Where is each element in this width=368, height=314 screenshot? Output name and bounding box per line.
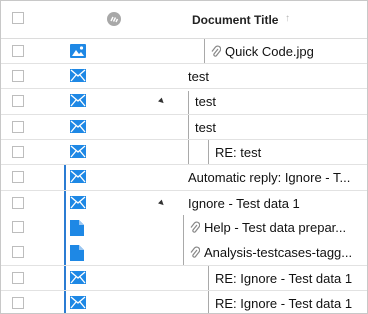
document-title: Ignore - Test data 1 — [188, 196, 300, 211]
document-title: Quick Code.jpg — [225, 44, 314, 59]
image-icon — [70, 44, 86, 63]
document-title: RE: Ignore - Test data 1 — [215, 271, 353, 286]
table-row[interactable]: test — [1, 63, 367, 89]
sort-arrow-up-icon[interactable]: ↑ — [285, 13, 290, 24]
column-header-document-title[interactable]: Document Title — [192, 13, 278, 27]
document-icon — [70, 220, 84, 241]
table-row[interactable]: Automatic reply: Ignore - T... — [1, 164, 367, 190]
document-title: test — [195, 94, 216, 109]
expand-triangle-icon[interactable]: ▼ — [155, 196, 168, 209]
grid-header: Document Title ↑ — [1, 1, 367, 39]
document-title: Analysis-testcases-tagg... — [204, 245, 353, 260]
row-checkbox[interactable] — [12, 95, 24, 107]
row-checkbox[interactable] — [12, 121, 24, 133]
row-checkbox[interactable] — [12, 297, 24, 309]
document-icon — [70, 245, 84, 266]
row-checkbox[interactable] — [12, 272, 24, 284]
mail-icon — [70, 296, 86, 313]
table-row[interactable]: RE: test — [1, 139, 367, 165]
mail-icon — [70, 271, 86, 289]
list-item: Quick Code.jpg — [211, 44, 314, 61]
document-title: RE: Ignore - Test data 1 — [215, 296, 353, 311]
mail-icon — [70, 120, 86, 138]
document-grid: Document Title ↑ Quick Code.jpg test ▼ t… — [0, 0, 368, 314]
row-checkbox[interactable] — [12, 197, 24, 209]
select-all-checkbox[interactable] — [12, 12, 24, 24]
document-title: test — [188, 69, 209, 84]
mail-icon — [70, 196, 86, 214]
expand-triangle-icon[interactable]: ▼ — [155, 94, 168, 107]
row-checkbox[interactable] — [12, 246, 24, 258]
attachment-icon — [211, 45, 222, 61]
document-title: Help - Test data prepar... — [204, 220, 347, 235]
table-row[interactable]: Help - Test data prepar... — [1, 215, 367, 240]
row-checkbox[interactable] — [12, 70, 24, 82]
document-title: Automatic reply: Ignore - T... — [188, 170, 351, 185]
table-row[interactable]: ▼ test — [1, 88, 367, 114]
document-title: RE: test — [215, 145, 262, 160]
row-checkbox[interactable] — [12, 146, 24, 158]
table-row[interactable]: RE: Ignore - Test data 1 — [1, 265, 367, 291]
row-checkbox[interactable] — [12, 171, 24, 183]
mail-icon — [70, 94, 86, 112]
mail-icon — [70, 69, 86, 87]
mail-icon — [70, 145, 86, 163]
document-title: test — [195, 120, 216, 135]
row-checkbox[interactable] — [12, 221, 24, 233]
attachment-icon — [190, 221, 201, 237]
table-row[interactable]: Quick Code.jpg — [1, 39, 367, 64]
mail-icon — [70, 170, 86, 188]
table-row[interactable]: Analysis-testcases-tagg... — [1, 240, 367, 265]
list-item: Help - Test data prepar... — [190, 220, 346, 237]
attachment-icon — [190, 246, 201, 262]
table-row[interactable]: RE: Ignore - Test data 1 — [1, 290, 367, 313]
table-row[interactable]: test — [1, 114, 367, 140]
sync-icon[interactable] — [107, 12, 121, 26]
list-item: Analysis-testcases-tagg... — [190, 245, 352, 262]
table-row[interactable]: ▼ Ignore - Test data 1 — [1, 190, 367, 216]
row-checkbox[interactable] — [12, 45, 24, 57]
